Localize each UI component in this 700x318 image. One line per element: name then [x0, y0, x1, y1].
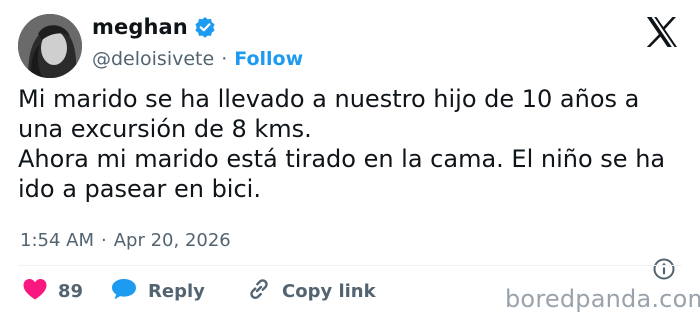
like-count: 89 — [58, 280, 84, 302]
heart-icon — [22, 277, 48, 306]
x-logo-icon[interactable] — [645, 16, 679, 48]
link-icon — [246, 276, 272, 307]
user-handle[interactable]: @deloisivete — [92, 48, 214, 70]
watermark: boredpanda.com — [505, 285, 700, 313]
follow-button[interactable]: Follow — [234, 48, 303, 70]
tweet-text-line: Mi marido se ha llevado a nuestro hijo d… — [18, 85, 640, 113]
tweet-text-line: ido a pasear en bici. — [18, 175, 261, 203]
name-row: meghan — [92, 14, 216, 40]
verified-badge-icon — [194, 16, 216, 38]
copy-link-label: Copy link — [282, 280, 376, 302]
tweet-card: meghan @deloisivete · Follow Mi marido s… — [0, 0, 700, 318]
tweet-text-line: Ahora mi marido está tirado en la cama. … — [18, 145, 666, 173]
copy-link-button[interactable]: Copy link — [246, 276, 376, 307]
avatar[interactable] — [18, 14, 82, 78]
display-name[interactable]: meghan — [92, 15, 188, 39]
action-bar: 89 Reply Copy link — [22, 277, 376, 305]
tweet-time: 1:54 AM — [20, 229, 94, 251]
tweet-text: Mi marido se ha llevado a nuestro hijo d… — [18, 84, 678, 204]
tweet-timestamp[interactable]: 1:54 AM · Apr 20, 2026 — [20, 228, 231, 252]
divider — [18, 265, 682, 266]
separator-dot: · — [221, 48, 228, 70]
tweet-date: Apr 20, 2026 — [113, 229, 231, 251]
info-icon[interactable] — [652, 257, 676, 281]
like-button[interactable]: 89 — [22, 277, 110, 306]
reply-button[interactable]: Reply — [110, 277, 246, 306]
speech-bubble-icon — [110, 277, 138, 306]
tweet-text-line: una excursión de 8 kms. — [18, 115, 312, 143]
reply-label: Reply — [148, 280, 205, 302]
separator-dot: · — [101, 229, 107, 251]
handle-row: @deloisivete · Follow — [92, 47, 303, 71]
